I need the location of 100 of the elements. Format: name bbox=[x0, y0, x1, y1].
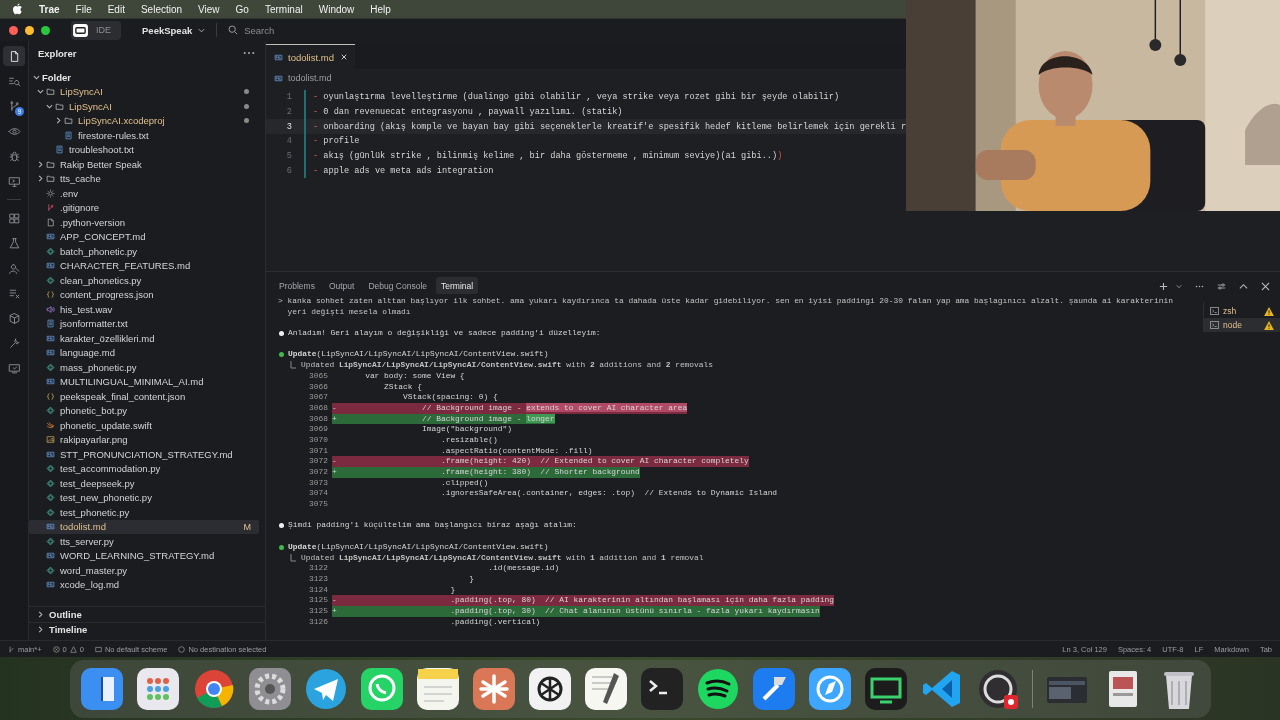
status-dot bbox=[279, 544, 284, 550]
chevron-icon[interactable] bbox=[55, 117, 62, 125]
tree-item[interactable]: word_master.py bbox=[29, 563, 259, 578]
tree-item[interactable]: Rakip Better Speak bbox=[29, 157, 259, 172]
chevron-icon[interactable] bbox=[37, 175, 44, 183]
tree-item[interactable]: troubleshoot.txt bbox=[29, 142, 259, 157]
search-field[interactable]: Search bbox=[244, 24, 375, 36]
music-icon[interactable] bbox=[695, 667, 740, 711]
terminal-item[interactable]: zsh bbox=[1204, 304, 1280, 318]
section-header[interactable]: Timeline bbox=[29, 621, 265, 637]
tree-item[interactable]: test_accommodation.py bbox=[29, 461, 259, 476]
paper-plane-icon[interactable] bbox=[303, 667, 348, 711]
ide-mode-tab[interactable]: IDE bbox=[94, 25, 113, 35]
tree-item[interactable]: content_progress.json bbox=[29, 287, 259, 302]
asterisk-icon[interactable] bbox=[471, 667, 516, 711]
menu-item[interactable]: Terminal bbox=[264, 3, 303, 15]
tree-item[interactable]: todolist.md M bbox=[29, 519, 259, 534]
tree-connector-icon bbox=[290, 553, 296, 562]
chevron-icon[interactable] bbox=[37, 610, 44, 618]
tree-item[interactable]: firestore-rules.txt bbox=[29, 128, 259, 143]
tree-item[interactable]: MULTILINGUAL_MINIMAL_AI.md bbox=[29, 374, 259, 389]
tree-item[interactable]: karakter_özellikleri.md bbox=[29, 331, 259, 346]
menu-item[interactable]: Edit bbox=[107, 3, 125, 15]
close-window-button[interactable] bbox=[9, 25, 18, 35]
tree-item[interactable]: tts_server.py bbox=[29, 534, 259, 549]
tree-item[interactable]: jsonformatter.txt bbox=[29, 316, 259, 331]
menu-item[interactable]: Selection bbox=[140, 3, 183, 15]
code-line: - profile bbox=[304, 134, 360, 149]
tree-item[interactable]: batch_phonetic.py bbox=[29, 244, 259, 259]
tree-item[interactable]: phonetic_bot.py bbox=[29, 403, 259, 418]
breadcrumb[interactable]: todolist.md bbox=[288, 73, 332, 83]
tree-item[interactable]: clean_phonetics.py bbox=[29, 273, 259, 288]
notepad-icon[interactable] bbox=[415, 667, 460, 711]
tree-item[interactable]: Folder bbox=[29, 70, 259, 85]
panel-tab[interactable]: Output bbox=[323, 277, 360, 294]
tree-item[interactable]: .gitignore bbox=[29, 200, 259, 215]
tree-item[interactable]: .env bbox=[29, 186, 259, 201]
tree-item[interactable]: phonetic_update.swift bbox=[29, 418, 259, 433]
panel-tab[interactable]: Problems bbox=[274, 277, 320, 294]
plus-icon[interactable] bbox=[1159, 281, 1168, 291]
terminal-item[interactable]: node bbox=[1204, 318, 1280, 332]
terminal-icon[interactable] bbox=[639, 667, 684, 711]
code-line: - oyunlaştırma levelleştirme (dualingo gibi olabilir , veya strike veya rozet gibi bir şeyde olabilir) bbox=[304, 90, 840, 105]
tree-item[interactable]: his_test.wav bbox=[29, 302, 259, 317]
tree-item[interactable]: STT_PRONUNCIATION_STRATEGY.md bbox=[29, 447, 259, 462]
menu-item[interactable]: Window bbox=[318, 3, 355, 15]
tree-item[interactable]: xcode_log.md bbox=[29, 577, 259, 592]
tree-item[interactable]: .python-version bbox=[29, 215, 259, 230]
caret-up-icon[interactable] bbox=[1239, 281, 1248, 291]
tree-item[interactable]: test_new_phonetic.py bbox=[29, 490, 259, 505]
project-dropdown[interactable]: PeekSpeak bbox=[138, 24, 210, 36]
menu-item[interactable]: Help bbox=[370, 3, 391, 15]
tree-item[interactable]: rakipayarlar.png bbox=[29, 432, 259, 447]
more-icon[interactable] bbox=[243, 51, 255, 55]
tree-item[interactable]: test_deepseek.py bbox=[29, 476, 259, 491]
tree-item[interactable]: mass_phonetic.py bbox=[29, 360, 259, 375]
document-icon bbox=[55, 145, 64, 155]
window-mode-icon[interactable] bbox=[73, 23, 88, 37]
diamond-icon bbox=[46, 464, 55, 474]
tree-item[interactable]: peekspeak_final_content.json bbox=[29, 389, 259, 404]
caret-icon[interactable] bbox=[1176, 283, 1182, 289]
section-header[interactable]: Outline bbox=[29, 606, 265, 622]
compass-icon[interactable] bbox=[807, 667, 852, 711]
panel-tab[interactable]: Debug Console bbox=[363, 277, 433, 294]
tree-item[interactable]: LipSyncAI.xcodeproj bbox=[29, 113, 259, 128]
chevron-icon[interactable] bbox=[37, 626, 44, 634]
mode-switch[interactable]: IDE bbox=[71, 20, 121, 40]
gear-icon bbox=[46, 188, 55, 198]
tree-item[interactable]: APP_CONCEPT.md bbox=[29, 229, 259, 244]
close-icon[interactable] bbox=[1261, 281, 1270, 291]
chevron-icon[interactable] bbox=[46, 102, 53, 110]
code-line: - apple ads ve meta ads integration bbox=[304, 163, 494, 179]
settings-icon[interactable] bbox=[1217, 281, 1226, 291]
close-icon[interactable] bbox=[340, 54, 347, 60]
menu-item[interactable]: File bbox=[75, 3, 92, 15]
chevron-icon[interactable] bbox=[37, 160, 44, 168]
tree-item[interactable]: test_phonetic.py bbox=[29, 505, 259, 520]
chevron-icon[interactable] bbox=[37, 88, 44, 96]
tree-item[interactable]: LipSyncAI bbox=[29, 84, 259, 99]
tree-item[interactable]: language.md bbox=[29, 345, 259, 360]
window-icon[interactable] bbox=[79, 667, 124, 711]
maximize-window-button[interactable] bbox=[41, 25, 50, 35]
apple-logo-icon[interactable] bbox=[12, 3, 23, 15]
pen-icon[interactable] bbox=[583, 667, 628, 711]
editor-tab[interactable]: todolist.md bbox=[266, 44, 355, 69]
grid-icon[interactable] bbox=[135, 667, 180, 711]
menu-item[interactable]: View bbox=[198, 3, 220, 15]
tree-item[interactable]: tts_cache bbox=[29, 171, 259, 186]
gear-icon[interactable] bbox=[247, 667, 292, 711]
minimize-window-button[interactable] bbox=[25, 25, 34, 35]
phone-icon[interactable] bbox=[359, 667, 404, 711]
panel-tab[interactable]: Terminal bbox=[436, 277, 479, 294]
menu-item[interactable]: Go bbox=[235, 3, 249, 15]
tree-item[interactable]: CHARACTER_FEATURES.md bbox=[29, 258, 259, 273]
monitor-icon[interactable] bbox=[863, 667, 908, 711]
app-menu[interactable]: Trae bbox=[39, 3, 60, 15]
tree-item[interactable]: LipSyncAI bbox=[29, 99, 259, 114]
branch-icon bbox=[8, 645, 15, 653]
chevron-icon[interactable] bbox=[33, 73, 40, 81]
tree-item[interactable]: WORD_LEARNING_STRATEGY.md bbox=[29, 548, 259, 563]
